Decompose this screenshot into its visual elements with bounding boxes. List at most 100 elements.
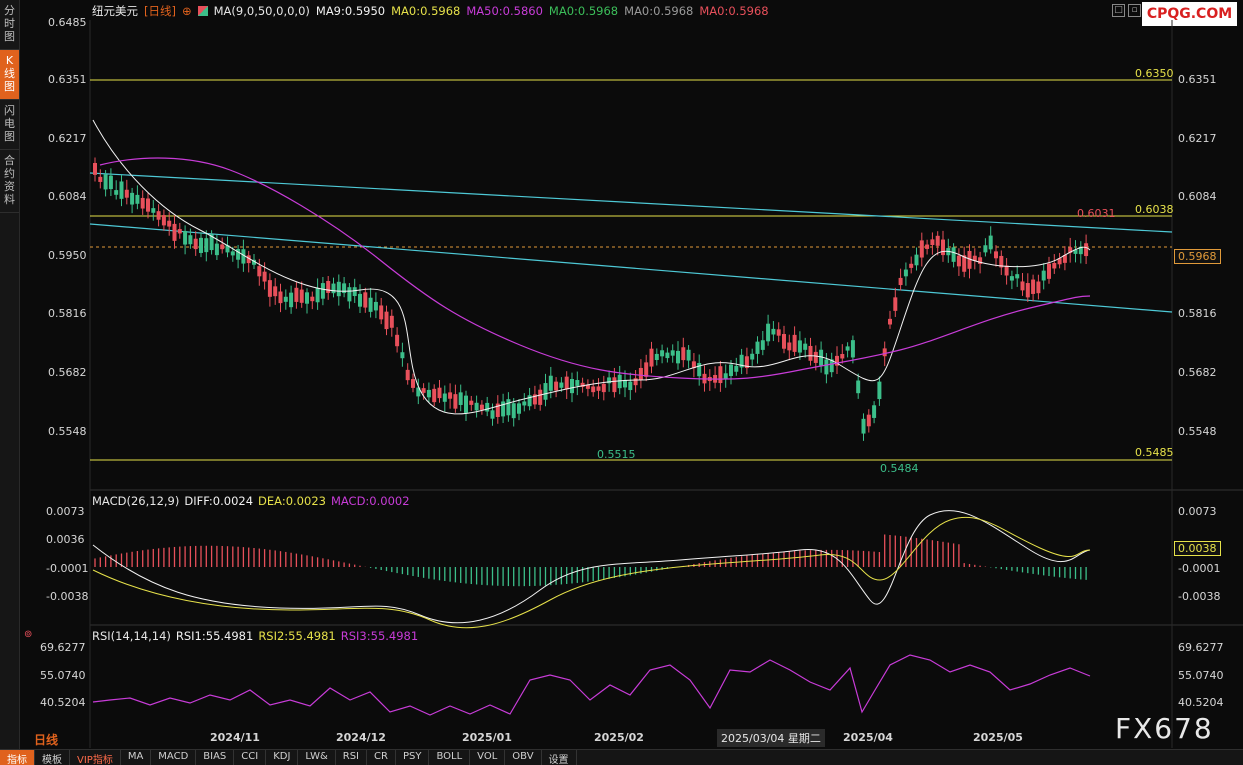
- candle-body: [204, 238, 209, 253]
- candle-body: [601, 383, 606, 393]
- indicator-tab-0[interactable]: 指标: [0, 750, 35, 765]
- rsi1-value: RSI1:55.4981: [175, 629, 254, 643]
- candle-body: [654, 353, 659, 361]
- indicator-tab-5[interactable]: BIAS: [196, 750, 235, 765]
- indicator-tab-4[interactable]: MACD: [151, 750, 197, 765]
- candle-body: [262, 271, 267, 282]
- candle-body: [755, 341, 760, 354]
- macd-legend: MACD(26,12,9) DIFF:0.0024 DEA:0.0023 MAC…: [92, 494, 410, 508]
- candle-body: [866, 414, 871, 427]
- candle-body: [267, 280, 272, 297]
- price-chart-canvas[interactable]: [0, 0, 1243, 765]
- low-annotation-2: 0.5484: [880, 462, 919, 475]
- indicator-tab-7[interactable]: KDJ: [266, 750, 299, 765]
- candle-body: [1004, 265, 1009, 276]
- candle-body: [368, 297, 373, 312]
- indicator-tab-6[interactable]: CCI: [234, 750, 267, 765]
- candle-body: [522, 401, 527, 406]
- candle-body: [315, 287, 320, 303]
- candle-body: [331, 283, 336, 294]
- candle-body: [633, 378, 638, 386]
- indicator-tab-12[interactable]: BOLL: [429, 750, 471, 765]
- period-label[interactable]: 日线: [34, 731, 58, 748]
- candle-body: [183, 230, 188, 245]
- indicator-tab-10[interactable]: CR: [367, 750, 396, 765]
- candle-body: [474, 402, 479, 411]
- indicator-tab-8[interactable]: LW&: [298, 750, 336, 765]
- candle-body: [893, 297, 898, 311]
- indicator-tab-15[interactable]: 设置: [542, 750, 577, 765]
- candle-body: [146, 198, 150, 212]
- candle-body: [644, 362, 649, 377]
- candle-body: [861, 418, 866, 434]
- candle-body: [729, 364, 733, 377]
- candle-body: [289, 292, 294, 308]
- candle-body: [199, 237, 203, 253]
- candle-body: [898, 277, 903, 286]
- candle-body: [914, 254, 919, 266]
- candle-body: [676, 350, 680, 364]
- candle-body: [400, 352, 405, 359]
- candle-body: [782, 334, 786, 349]
- indicator-tab-1[interactable]: 模板: [35, 750, 70, 765]
- candle-body: [1020, 281, 1025, 291]
- macd-dea-line: [92, 516, 1091, 629]
- candle-body: [877, 381, 882, 400]
- candle-body: [718, 366, 723, 384]
- candle-body: [919, 240, 924, 258]
- rsi2-value: RSI2:55.4981: [258, 629, 336, 643]
- candle-body: [188, 235, 193, 245]
- candle-body: [1084, 243, 1089, 257]
- level-label-mid: 0.6038: [1135, 203, 1174, 216]
- candle-body: [1025, 283, 1030, 298]
- rsi-title[interactable]: RSI(14,14,14): [92, 629, 171, 643]
- candle-body: [273, 286, 278, 297]
- time-axis-label: 2025/01: [462, 731, 512, 744]
- ma9-line: [92, 119, 1091, 415]
- candle-body: [1041, 270, 1046, 281]
- candle-body: [734, 365, 739, 372]
- candle-body: [326, 280, 331, 293]
- indicator-tab-13[interactable]: VOL: [470, 750, 506, 765]
- candle-body: [305, 292, 309, 304]
- candle-body: [453, 394, 458, 409]
- candle-body: [845, 346, 850, 351]
- candle-body: [442, 393, 447, 402]
- candle-body: [813, 351, 818, 363]
- candle-body: [124, 189, 129, 198]
- candle-body: [336, 281, 341, 297]
- candle-body: [167, 220, 172, 227]
- candle-body: [670, 350, 675, 356]
- rsi-line: [92, 654, 1091, 716]
- rsi-settings-icon[interactable]: ⊚: [24, 629, 32, 640]
- candle-body: [612, 377, 617, 393]
- candle-body: [432, 388, 437, 403]
- candle-body: [140, 197, 145, 209]
- macd-dea: DEA:0.0023: [258, 494, 326, 508]
- time-axis-label: 2024/12: [336, 731, 386, 744]
- indicator-tab-14[interactable]: OBV: [505, 750, 542, 765]
- candle-body: [214, 243, 219, 256]
- candle-body: [320, 283, 325, 299]
- candle-body: [1047, 263, 1051, 279]
- candle-body: [649, 348, 654, 367]
- candle-body: [925, 244, 930, 249]
- candle-body: [283, 296, 288, 302]
- candle-body: [548, 375, 553, 391]
- indicator-tab-3[interactable]: MA: [121, 750, 152, 765]
- candle-body: [686, 349, 691, 361]
- candle-body: [983, 245, 988, 253]
- macd-title[interactable]: MACD(26,12,9): [92, 494, 179, 508]
- candle-body: [750, 353, 755, 360]
- candle-body: [114, 190, 119, 195]
- candle-body: [490, 410, 495, 419]
- indicator-tab-11[interactable]: PSY: [396, 750, 430, 765]
- candle-body: [103, 174, 108, 190]
- candle-body: [665, 352, 670, 359]
- rsi-legend: RSI(14,14,14) RSI1:55.4981 RSI2:55.4981 …: [92, 629, 418, 643]
- candle-body: [469, 400, 474, 405]
- candle-body: [840, 354, 845, 359]
- indicator-tab-2[interactable]: VIP指标: [70, 750, 121, 765]
- indicator-tab-9[interactable]: RSI: [336, 750, 368, 765]
- time-axis-label: 2025/04: [843, 731, 893, 744]
